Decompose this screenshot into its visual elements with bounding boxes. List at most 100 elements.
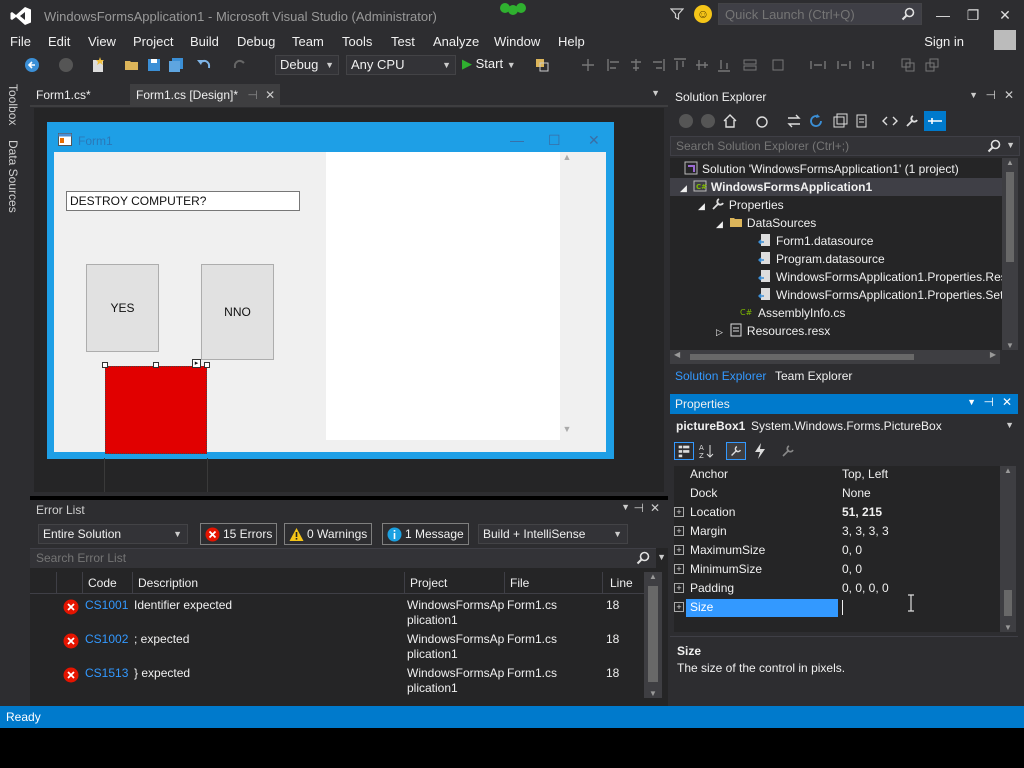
scroll-up-icon[interactable]: ▲: [560, 152, 574, 162]
property-value[interactable]: Top, Left: [842, 465, 888, 484]
chevron-down-icon[interactable]: ▼: [657, 552, 666, 562]
align-center-icon[interactable]: [628, 57, 644, 73]
tree-item-assemblyinfo[interactable]: C# AssemblyInfo.cs: [740, 304, 845, 322]
error-code-link[interactable]: CS1513: [85, 666, 128, 680]
open-folder-icon[interactable]: [124, 57, 140, 73]
warnings-toggle[interactable]: 0 Warnings: [284, 523, 373, 545]
menu-project[interactable]: Project: [133, 34, 173, 49]
property-row-margin[interactable]: + Margin 3, 3, 3, 3: [674, 522, 1000, 541]
scroll-up-icon[interactable]: ▲: [644, 572, 662, 581]
scroll-right-icon[interactable]: ▶: [990, 350, 996, 359]
menu-file[interactable]: File: [10, 34, 31, 49]
minimize-button[interactable]: —: [928, 4, 958, 26]
browser-link-icon[interactable]: [534, 57, 550, 73]
view-code-icon[interactable]: [882, 113, 898, 129]
search-icon[interactable]: [636, 551, 650, 565]
menu-edit[interactable]: Edit: [48, 34, 70, 49]
forward-icon[interactable]: [700, 113, 716, 129]
home-icon[interactable]: [722, 113, 738, 129]
resize-handle-nw[interactable]: [102, 362, 108, 368]
solution-explorer-search[interactable]: ▼: [670, 136, 1020, 156]
pin-icon[interactable]: ⊣: [986, 88, 996, 102]
property-pages-icon[interactable]: [780, 443, 796, 459]
menu-team[interactable]: Team: [292, 34, 324, 49]
close-panel-icon[interactable]: ✕: [1002, 395, 1012, 409]
error-code-link[interactable]: CS1001: [85, 598, 128, 612]
same-size-icon[interactable]: [742, 57, 758, 73]
menu-tools[interactable]: Tools: [342, 34, 372, 49]
align-left-icon[interactable]: [606, 57, 622, 73]
scroll-left-icon[interactable]: ◀: [674, 350, 680, 359]
scroll-down-icon[interactable]: ▼: [560, 424, 574, 434]
feedback-smiley-icon[interactable]: ☺: [694, 5, 712, 23]
smart-tag-icon[interactable]: ▸: [192, 359, 201, 368]
tab-form1-cs[interactable]: Form1.cs*: [30, 84, 97, 106]
properties-wrench-icon[interactable]: [904, 113, 920, 129]
preview-selected-items-icon[interactable]: [924, 111, 946, 131]
scroll-down-icon[interactable]: ▼: [1002, 341, 1018, 350]
property-row-padding[interactable]: + Padding 0, 0, 0, 0: [674, 579, 1000, 598]
back-icon[interactable]: [678, 113, 694, 129]
send-to-back-icon[interactable]: [924, 57, 940, 73]
menu-view[interactable]: View: [88, 34, 116, 49]
menu-test[interactable]: Test: [391, 34, 415, 49]
error-row[interactable]: CS1513 } expected WindowsFormsApplicatio…: [30, 666, 644, 700]
collapsed-arrow-icon[interactable]: ▷: [716, 327, 723, 337]
quick-launch-input[interactable]: [719, 4, 899, 24]
tree-item-resources-resx[interactable]: ▷ Resources.resx: [716, 322, 830, 340]
yes-button[interactable]: YES: [86, 264, 159, 352]
expand-plus-icon[interactable]: +: [674, 545, 684, 555]
picturebox1[interactable]: [105, 366, 207, 454]
error-list-search-input[interactable]: [30, 549, 620, 567]
scroll-up-icon[interactable]: ▲: [1002, 158, 1018, 167]
notification-flag-icon[interactable]: [498, 0, 528, 16]
expand-plus-icon[interactable]: +: [674, 602, 684, 612]
navigate-forward-icon[interactable]: [58, 57, 74, 73]
panel-control[interactable]: [326, 152, 560, 440]
error-row[interactable]: CS1001 Identifier expected WindowsFormsA…: [30, 598, 644, 632]
form-scrollbar[interactable]: ▲ ▼: [560, 152, 574, 442]
refresh-icon[interactable]: [808, 113, 824, 129]
pin-icon[interactable]: ⊣: [984, 395, 994, 409]
window-menu-chevron-icon[interactable]: ▼: [621, 502, 630, 512]
solution-configuration-combo[interactable]: Debug ▼: [275, 55, 339, 75]
expand-plus-icon[interactable]: +: [674, 583, 684, 593]
property-value[interactable]: 0, 0, 0, 0: [842, 579, 889, 598]
start-debugging-button[interactable]: ▶ Start ▼: [462, 56, 516, 72]
column-description[interactable]: Description: [138, 576, 198, 590]
horizontal-spacing-icon[interactable]: [810, 57, 826, 73]
scroll-down-icon[interactable]: ▼: [644, 689, 662, 698]
column-code[interactable]: Code: [88, 576, 117, 590]
property-row-location[interactable]: + Location 51, 215: [674, 503, 1000, 522]
events-lightning-icon[interactable]: [752, 442, 768, 460]
collapse-all-icon[interactable]: [832, 113, 848, 129]
window-menu-chevron-icon[interactable]: ▼: [967, 397, 976, 407]
align-right-icon[interactable]: [650, 57, 666, 73]
tree-item-project[interactable]: ◢ C# WindowsFormsApplication1: [680, 178, 872, 196]
menu-help[interactable]: Help: [558, 34, 585, 49]
tab-team-explorer[interactable]: Team Explorer: [770, 366, 857, 386]
close-panel-icon[interactable]: ✕: [650, 501, 660, 515]
redo-icon[interactable]: [232, 57, 248, 73]
tree-item-properties-resources-datasource[interactable]: WindowsFormsApplication1.Properties.Res: [758, 268, 1007, 286]
solution-search-input[interactable]: [671, 137, 981, 155]
categorized-icon[interactable]: [674, 442, 694, 460]
expand-plus-icon[interactable]: +: [674, 526, 684, 536]
error-row[interactable]: CS1002 ; expected WindowsFormsApplicatio…: [30, 632, 644, 666]
navigate-back-icon[interactable]: [24, 57, 40, 73]
property-row-maximumsize[interactable]: + MaximumSize 0, 0: [674, 541, 1000, 560]
scroll-thumb[interactable]: [690, 354, 914, 360]
close-window-button[interactable]: ✕: [990, 4, 1020, 26]
scroll-thumb[interactable]: [1006, 172, 1014, 262]
expand-plus-icon[interactable]: +: [674, 507, 684, 517]
messages-toggle[interactable]: 1 Message: [382, 523, 469, 545]
property-grid-scrollbar[interactable]: ▲ ▼: [1000, 466, 1016, 632]
close-tab-icon[interactable]: ✕: [265, 88, 275, 102]
tree-item-solution[interactable]: Solution 'WindowsFormsApplication1' (1 p…: [684, 160, 959, 178]
menu-build[interactable]: Build: [190, 34, 219, 49]
save-icon[interactable]: [146, 57, 162, 73]
quick-launch-box[interactable]: [718, 3, 922, 25]
menu-window[interactable]: Window: [494, 34, 540, 49]
property-row-dock[interactable]: Dock None: [674, 484, 1000, 503]
solution-tree-vertical-scrollbar[interactable]: ▲ ▼: [1002, 158, 1018, 350]
